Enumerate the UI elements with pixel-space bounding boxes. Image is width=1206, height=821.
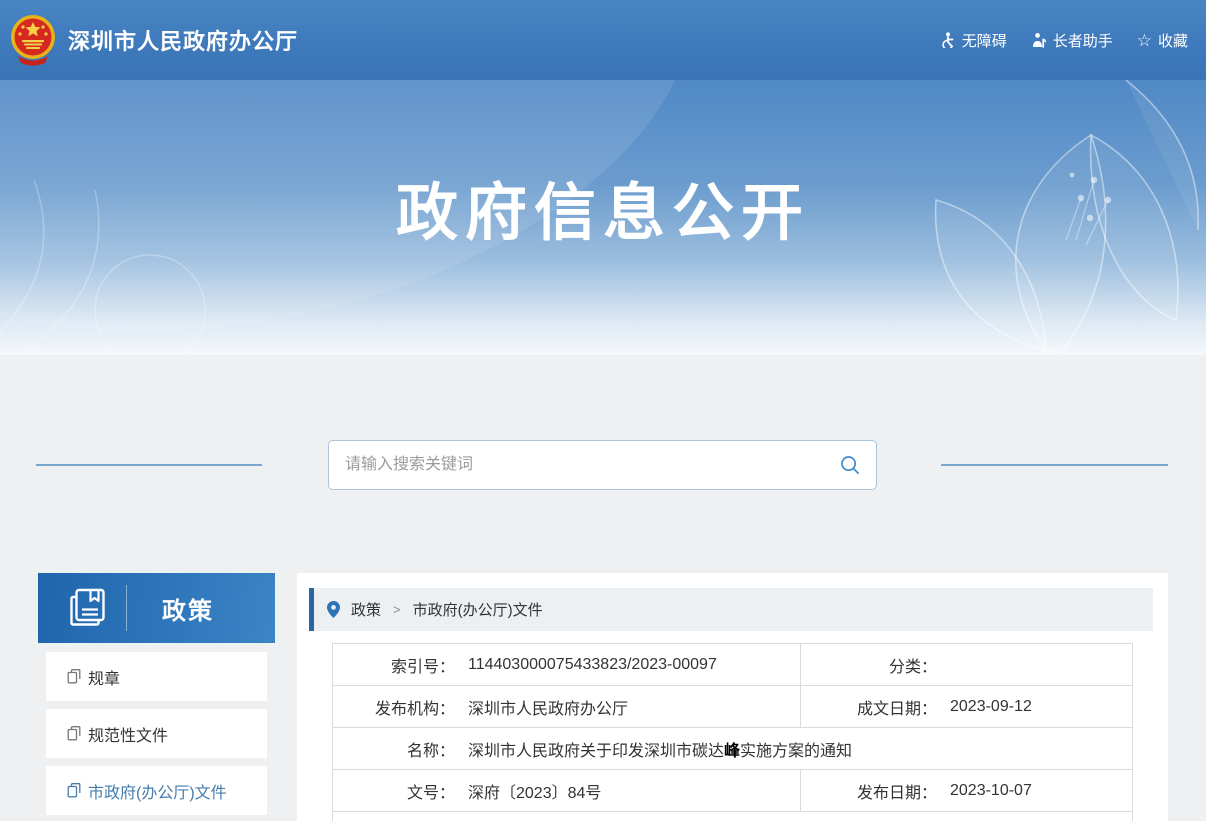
sidebar-item-regulations[interactable]: 规章 — [46, 652, 267, 701]
publish-date-label: 发布日期： — [801, 779, 937, 803]
table-row-issuer-date: 发布机构： 深圳市人民政府办公厅 成文日期： 2023-09-12 — [333, 686, 1132, 728]
document-info-table: 索引号： 114403000075433823/2023-00097 分类： 发… — [332, 643, 1133, 821]
written-date-label: 成文日期： — [801, 695, 937, 719]
favorite-link[interactable]: ☆ 收藏 — [1137, 30, 1188, 51]
left-decorative-line — [36, 464, 262, 466]
document-name-value: 深圳市人民政府关于印发深圳市碳达峰实施方案的通知 — [468, 737, 852, 761]
table-row-partial — [333, 812, 1132, 821]
document-name-label: 名称： — [333, 737, 455, 761]
partial-cell — [333, 812, 1132, 821]
doc-number-label: 文号： — [333, 779, 455, 803]
search-button[interactable] — [824, 441, 876, 489]
elder-assist-link[interactable]: 长者助手 — [1031, 30, 1113, 51]
search-box — [328, 440, 877, 490]
sidebar: 政策 规章 规范性文件 — [38, 573, 275, 821]
issuer-value: 深圳市人民政府办公厅 — [468, 695, 628, 719]
right-decorative-line — [941, 464, 1168, 466]
issuer-label: 发布机构： — [333, 695, 455, 719]
category-cell: 分类： — [800, 644, 1132, 685]
page: 深圳市人民政府办公厅 无障碍 长者助手 — [0, 0, 1206, 821]
breadcrumb-current-link[interactable]: 市政府(办公厅)文件 — [413, 599, 543, 620]
document-icon — [67, 783, 81, 798]
table-row-name: 名称： 深圳市人民政府关于印发深圳市碳达峰实施方案的通知 — [333, 728, 1132, 770]
index-number-value: 114403000075433823/2023-00097 — [468, 656, 717, 674]
category-label: 分类： — [801, 653, 937, 677]
search-input[interactable] — [329, 441, 824, 489]
publish-date-cell: 发布日期： 2023-10-07 — [800, 770, 1132, 811]
written-date-cell: 成文日期： 2023-09-12 — [800, 686, 1132, 727]
publish-date-value: 2023-10-07 — [950, 782, 1032, 800]
location-pin-icon — [327, 601, 340, 618]
doc-number-cell: 文号： 深府〔2023〕84号 — [333, 770, 800, 811]
document-name-highlight: 峰 — [724, 743, 740, 760]
document-icon — [67, 726, 81, 741]
table-row-index-category: 索引号： 114403000075433823/2023-00097 分类： — [333, 644, 1132, 686]
breadcrumb-separator: > — [393, 602, 401, 617]
accessibility-label: 无障碍 — [962, 30, 1007, 51]
topbar: 深圳市人民政府办公厅 无障碍 长者助手 — [0, 0, 1206, 80]
sidebar-header-divider — [126, 585, 127, 631]
issuer-cell: 发布机构： 深圳市人民政府办公厅 — [333, 686, 800, 727]
sidebar-item-label: 市政府(办公厅)文件 — [88, 779, 227, 803]
national-emblem-icon — [10, 14, 56, 66]
breadcrumb: 政策 > 市政府(办公厅)文件 — [309, 588, 1153, 631]
written-date-value: 2023-09-12 — [950, 698, 1032, 716]
document-name-after: 实施方案的通知 — [740, 743, 852, 760]
topbar-links: 无障碍 长者助手 ☆ 收藏 — [940, 0, 1188, 80]
document-name-cell: 名称： 深圳市人民政府关于印发深圳市碳达峰实施方案的通知 — [333, 728, 1132, 769]
document-name-before: 深圳市人民政府关于印发深圳市碳达 — [468, 743, 724, 760]
site-brand[interactable]: 深圳市人民政府办公厅 — [10, 14, 298, 66]
accessibility-icon — [940, 32, 956, 48]
elder-assist-label: 长者助手 — [1053, 30, 1113, 51]
breadcrumb-policy-link[interactable]: 政策 — [351, 599, 381, 620]
policy-book-icon — [68, 587, 108, 629]
page-title: 政府信息公开 — [0, 162, 1206, 252]
index-number-label: 索引号： — [333, 653, 455, 677]
sidebar-item-label: 规章 — [88, 665, 120, 689]
favorite-label: 收藏 — [1158, 30, 1188, 51]
document-icon — [67, 669, 81, 684]
accessibility-link[interactable]: 无障碍 — [940, 30, 1007, 51]
sidebar-item-municipal-government-documents[interactable]: 市政府(办公厅)文件 — [46, 766, 267, 815]
sidebar-menu: 规章 规范性文件 市政府(办公厅)文件 — [38, 643, 275, 815]
table-row-number-publish-date: 文号： 深府〔2023〕84号 发布日期： 2023-10-07 — [333, 770, 1132, 812]
sidebar-header: 政策 — [38, 573, 275, 643]
sidebar-item-normative-documents[interactable]: 规范性文件 — [46, 709, 267, 758]
index-number-cell: 索引号： 114403000075433823/2023-00097 — [333, 644, 800, 685]
star-icon: ☆ — [1137, 32, 1152, 49]
banner: 政府信息公开 — [0, 80, 1206, 355]
doc-number-value: 深府〔2023〕84号 — [468, 779, 601, 803]
elder-assist-icon — [1031, 32, 1047, 48]
sidebar-item-label: 规范性文件 — [88, 722, 168, 746]
site-title: 深圳市人民政府办公厅 — [68, 24, 298, 56]
main-panel: 政策 > 市政府(办公厅)文件 索引号： 114403000075433823/… — [297, 573, 1168, 821]
sidebar-title: 政策 — [162, 591, 214, 626]
search-icon — [840, 455, 860, 475]
